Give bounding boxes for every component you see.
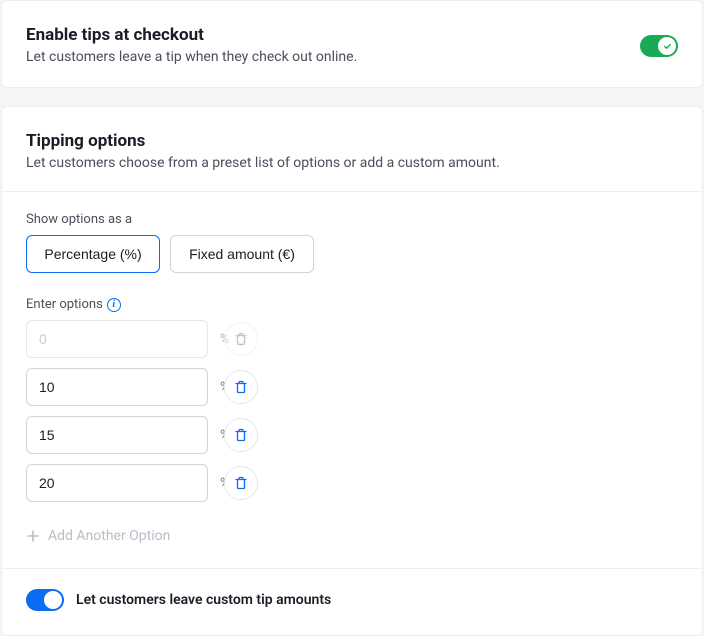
- divider: [2, 568, 702, 569]
- trash-icon: [234, 332, 248, 346]
- plus-icon: [26, 529, 40, 543]
- enable-tips-subtitle: Let customers leave a tip when they chec…: [26, 49, 678, 65]
- option-input: [39, 331, 220, 347]
- tipping-options-title: Tipping options: [26, 131, 678, 151]
- enter-options-label: Enter options i: [26, 297, 678, 312]
- quantity-stepper: %: [26, 320, 208, 358]
- option-row: %: [26, 416, 678, 454]
- tipping-options-card: Tipping options Let customers choose fro…: [1, 106, 703, 636]
- enable-tips-title: Enable tips at checkout: [26, 25, 678, 45]
- option-input[interactable]: [39, 427, 220, 443]
- option-row: %: [26, 464, 678, 502]
- divider: [2, 191, 702, 192]
- delete-option-button[interactable]: [224, 418, 258, 452]
- custom-tip-label: Let customers leave custom tip amounts: [76, 592, 331, 608]
- delete-option-button: [224, 322, 258, 356]
- toggle-knob: [658, 37, 676, 55]
- delete-option-button[interactable]: [224, 466, 258, 500]
- quantity-stepper[interactable]: %: [26, 464, 208, 502]
- info-icon[interactable]: i: [107, 298, 121, 312]
- show-options-segmented: Percentage (%) Fixed amount (€): [26, 235, 678, 273]
- enable-tips-toggle[interactable]: [640, 35, 678, 57]
- custom-tip-toggle[interactable]: [26, 589, 64, 611]
- option-row: %: [26, 368, 678, 406]
- seg-percentage-button[interactable]: Percentage (%): [26, 235, 160, 273]
- quantity-stepper[interactable]: %: [26, 368, 208, 406]
- option-input[interactable]: [39, 475, 220, 491]
- seg-fixed-button[interactable]: Fixed amount (€): [170, 235, 314, 273]
- show-options-label: Show options as a: [26, 212, 678, 227]
- quantity-stepper[interactable]: %: [26, 416, 208, 454]
- option-input[interactable]: [39, 379, 220, 395]
- option-row: %: [26, 320, 678, 358]
- trash-icon: [234, 428, 248, 442]
- trash-icon: [234, 380, 248, 394]
- trash-icon: [234, 476, 248, 490]
- add-option-button[interactable]: Add Another Option: [26, 524, 678, 548]
- check-icon: [663, 42, 672, 51]
- enable-tips-card: Enable tips at checkout Let customers le…: [1, 0, 703, 88]
- custom-tip-row: Let customers leave custom tip amounts: [26, 589, 678, 611]
- delete-option-button[interactable]: [224, 370, 258, 404]
- tipping-options-subtitle: Let customers choose from a preset list …: [26, 155, 678, 171]
- toggle-knob: [44, 591, 62, 609]
